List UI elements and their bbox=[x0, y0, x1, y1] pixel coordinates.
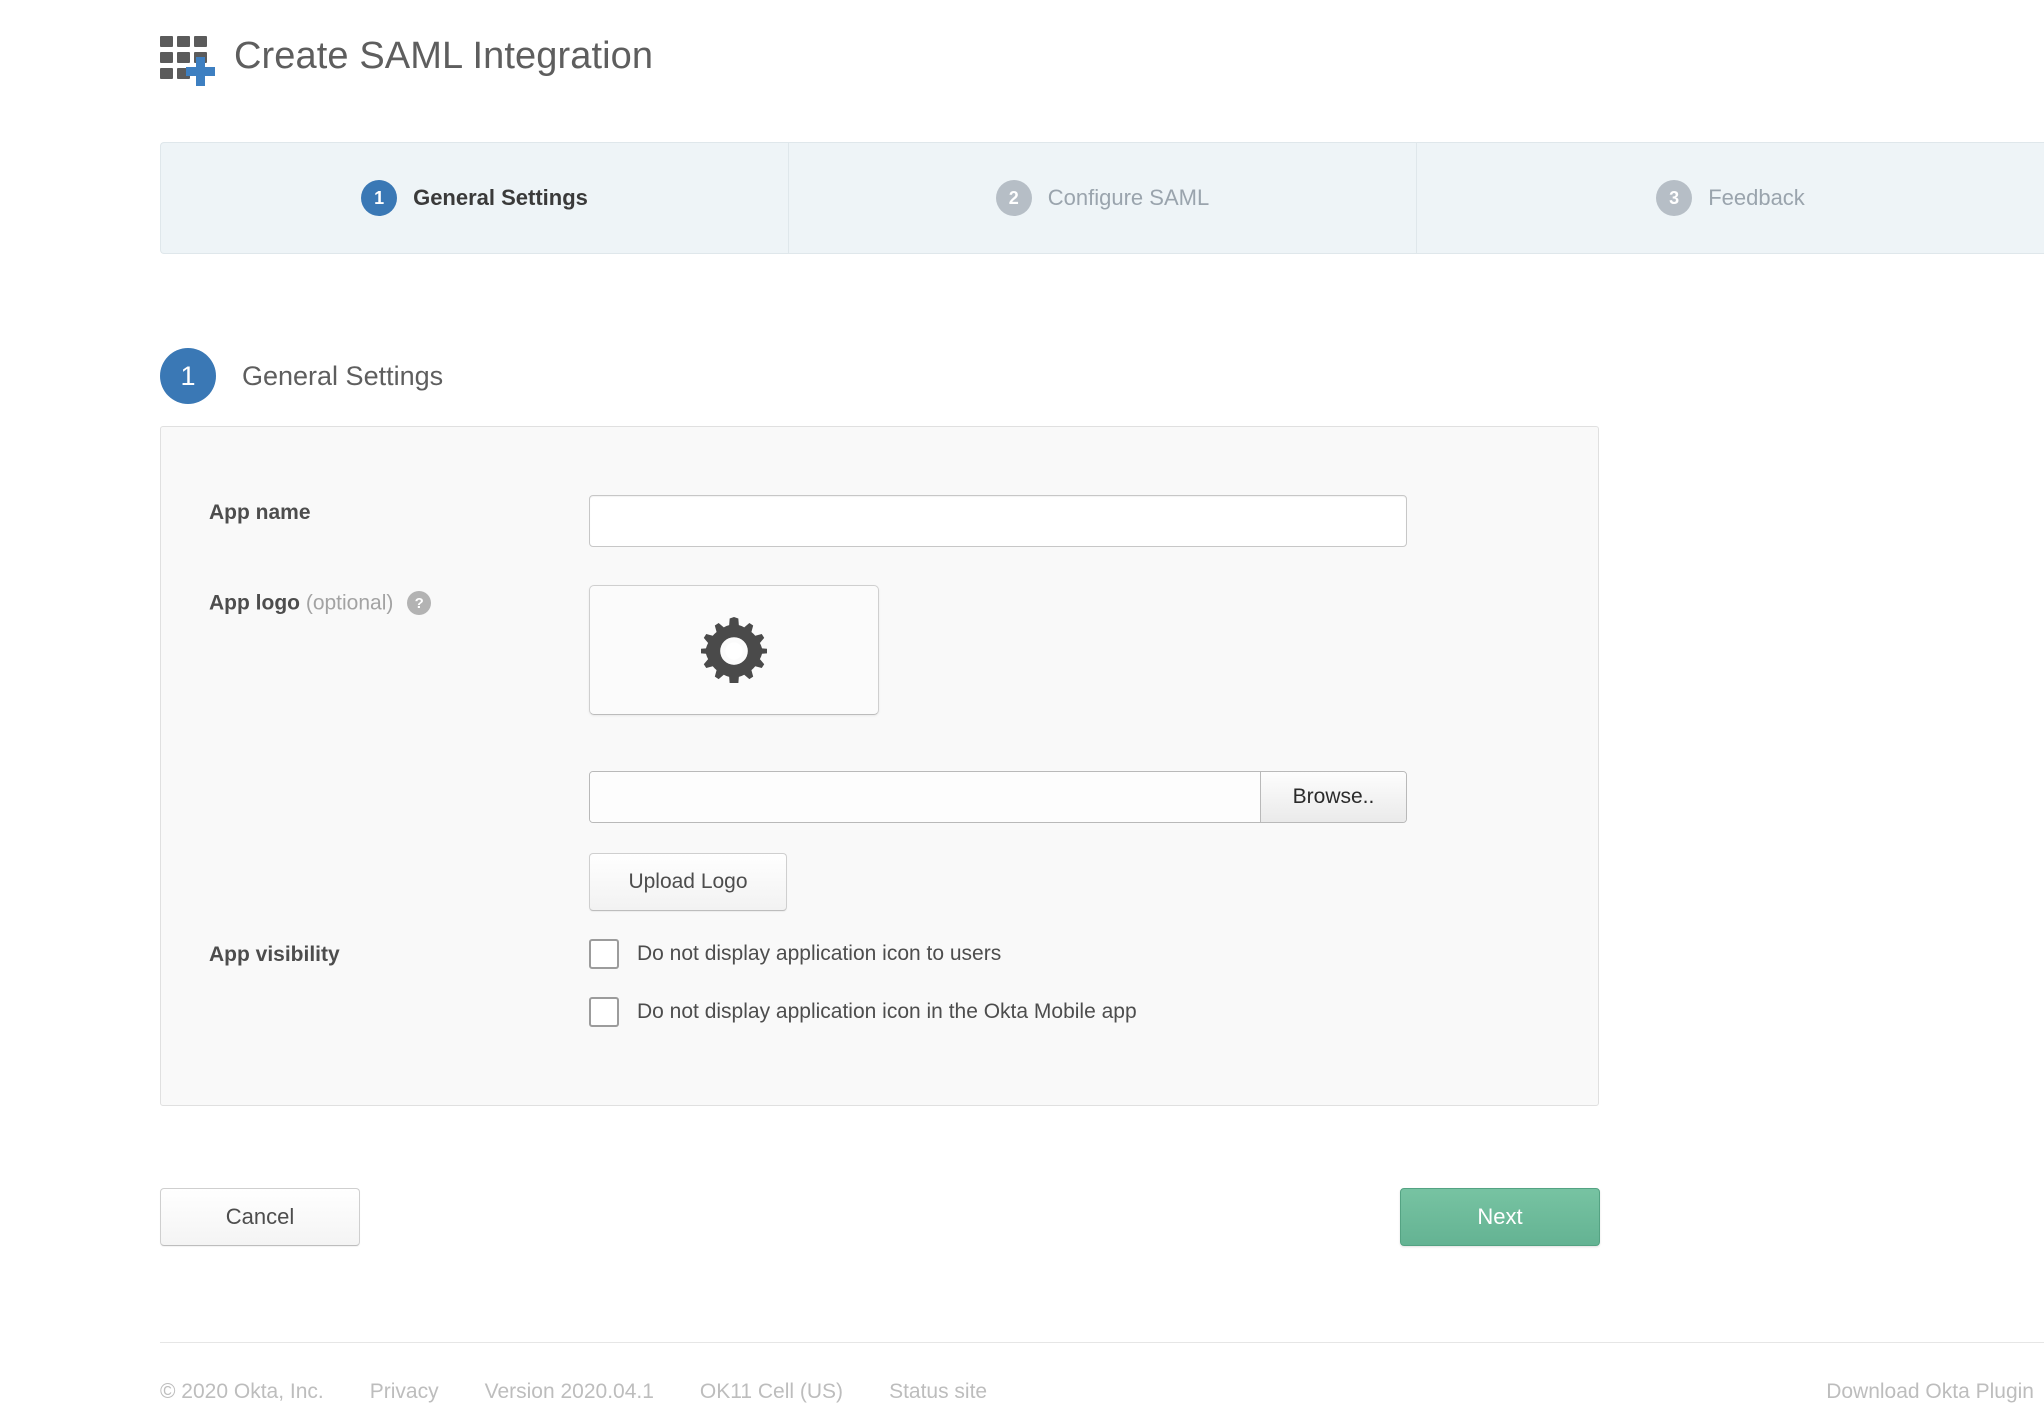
logo-file-input[interactable]: Browse.. bbox=[589, 771, 1407, 823]
footer-divider bbox=[160, 1342, 2044, 1343]
app-logo-label: App logo (optional) ? bbox=[209, 585, 589, 911]
footer-copyright: © 2020 Okta, Inc. bbox=[160, 1380, 324, 1404]
app-logo-controls: Browse.. Upload Logo bbox=[589, 585, 1407, 911]
footer-right: Download Okta Plugin bbox=[1826, 1380, 2044, 1404]
app-name-input[interactable] bbox=[589, 495, 1407, 547]
checkbox-box[interactable] bbox=[589, 939, 619, 969]
step-number-badge: 3 bbox=[1656, 180, 1692, 216]
step-configure-saml[interactable]: 2 Configure SAML bbox=[789, 143, 1417, 253]
step-label: Configure SAML bbox=[1048, 185, 1209, 211]
footer-links: © 2020 Okta, Inc. Privacy Version 2020.0… bbox=[160, 1380, 987, 1404]
step-general-settings[interactable]: 1 General Settings bbox=[161, 143, 789, 253]
step-label: Feedback bbox=[1708, 185, 1805, 211]
app-logo-optional-text: (optional) bbox=[306, 592, 394, 615]
app-visibility-label: App visibility bbox=[209, 937, 589, 1027]
field-row-app-name: App name bbox=[209, 495, 1407, 547]
next-button[interactable]: Next bbox=[1400, 1188, 1600, 1246]
footer-link-status-site[interactable]: Status site bbox=[889, 1380, 987, 1404]
step-number-badge: 2 bbox=[996, 180, 1032, 216]
checkbox-hide-icon-users[interactable]: Do not display application icon to users bbox=[589, 939, 1137, 969]
step-number-badge: 1 bbox=[361, 180, 397, 216]
section-number-badge: 1 bbox=[160, 348, 216, 404]
app-name-label: App name bbox=[209, 495, 589, 547]
gear-icon bbox=[701, 617, 767, 683]
page-header: Create SAML Integration bbox=[160, 30, 653, 82]
footer-link-privacy[interactable]: Privacy bbox=[370, 1380, 439, 1404]
app-grid-plus-icon bbox=[160, 30, 212, 82]
checkbox-box[interactable] bbox=[589, 997, 619, 1027]
footer-link-download-okta-plugin[interactable]: Download Okta Plugin bbox=[1826, 1380, 2034, 1403]
app-logo-preview[interactable] bbox=[589, 585, 879, 715]
checkbox-label: Do not display application icon to users bbox=[637, 942, 1001, 966]
field-row-app-logo: App logo (optional) ? Browse.. Upload Lo… bbox=[209, 585, 1407, 911]
footer-version: Version 2020.04.1 bbox=[485, 1380, 654, 1404]
field-row-app-visibility: App visibility Do not display applicatio… bbox=[209, 937, 1137, 1027]
app-logo-label-text: App logo bbox=[209, 592, 300, 615]
footer-cell: OK11 Cell (US) bbox=[700, 1380, 843, 1404]
step-feedback[interactable]: 3 Feedback bbox=[1417, 143, 2044, 253]
browse-button[interactable]: Browse.. bbox=[1260, 772, 1406, 822]
general-settings-panel: App name App logo (optional) ? Browse.. … bbox=[160, 426, 1599, 1106]
step-label: General Settings bbox=[413, 185, 588, 211]
logo-file-path[interactable] bbox=[590, 772, 1260, 822]
wizard-stepper: 1 General Settings 2 Configure SAML 3 Fe… bbox=[160, 142, 2044, 254]
section-heading: 1 General Settings bbox=[160, 348, 443, 404]
upload-logo-button[interactable]: Upload Logo bbox=[589, 853, 787, 911]
checkbox-label: Do not display application icon in the O… bbox=[637, 1000, 1137, 1024]
page-title: Create SAML Integration bbox=[234, 35, 653, 78]
help-icon[interactable]: ? bbox=[407, 591, 431, 615]
page-footer: © 2020 Okta, Inc. Privacy Version 2020.0… bbox=[160, 1374, 2044, 1410]
section-title: General Settings bbox=[242, 361, 443, 392]
app-visibility-options: Do not display application icon to users… bbox=[589, 937, 1137, 1027]
checkbox-hide-icon-okta-mobile[interactable]: Do not display application icon in the O… bbox=[589, 997, 1137, 1027]
cancel-button[interactable]: Cancel bbox=[160, 1188, 360, 1246]
